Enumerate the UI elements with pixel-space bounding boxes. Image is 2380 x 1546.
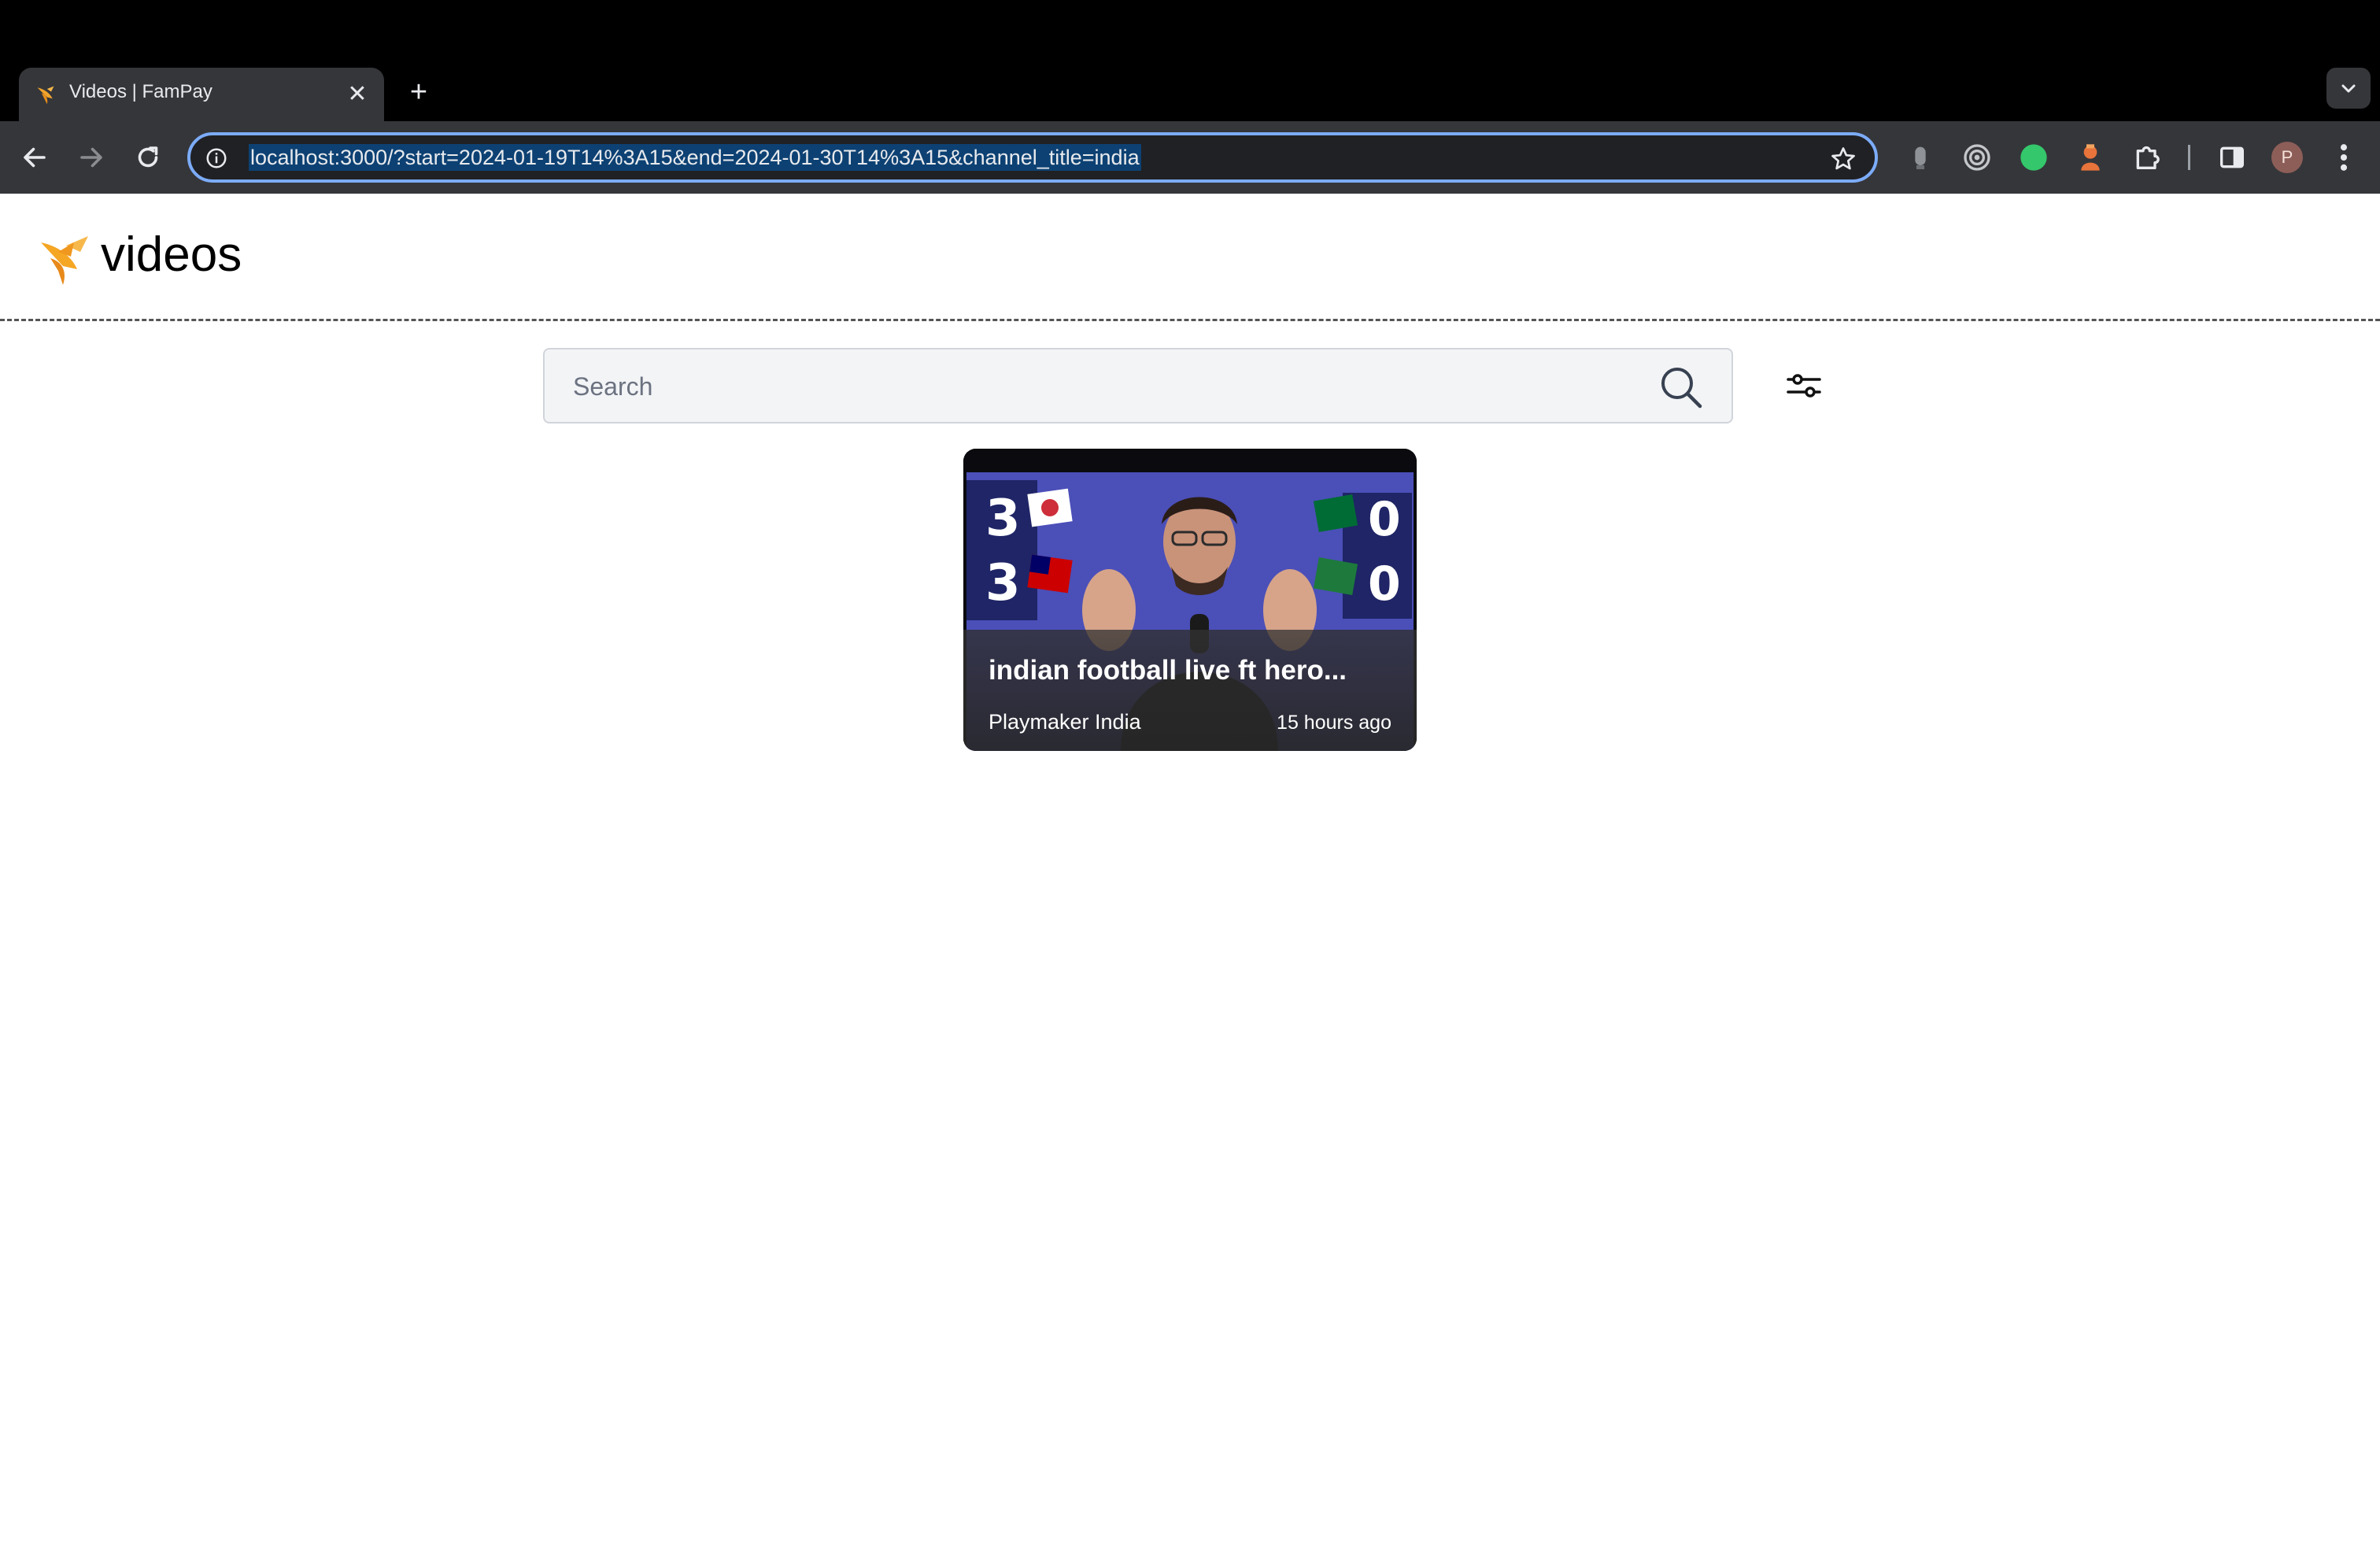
score-right-bottom: 0 (1368, 557, 1401, 612)
toolbar-divider (2188, 145, 2190, 170)
video-title[interactable]: indian football live ft hero... (989, 655, 1347, 686)
page-title: videos (101, 227, 242, 282)
browser-tab-active[interactable]: Videos | FamPay ✕ (19, 68, 384, 121)
forward-arrow-icon (80, 147, 102, 168)
filter-sliders-icon[interactable] (1782, 364, 1826, 408)
profile-avatar[interactable]: P (2271, 142, 2303, 173)
extension-bulb-icon[interactable] (1905, 142, 1936, 173)
extension-orange-character-icon[interactable] (2075, 142, 2106, 173)
score-right-top: 0 (1368, 492, 1401, 547)
search-input[interactable] (571, 350, 1629, 423)
tab-title: Videos | FamPay (69, 81, 213, 102)
reload-icon (138, 146, 158, 168)
chevron-down-icon (2341, 84, 2356, 93)
video-published-time: 15 hours ago (1277, 712, 1391, 734)
video-channel[interactable]: Playmaker India (989, 710, 1141, 734)
new-tab-button[interactable]: + (398, 72, 439, 113)
forward-button[interactable] (71, 137, 112, 178)
url-text[interactable]: localhost:3000/?start=2024-01-19T14%3A15… (249, 144, 1141, 171)
search-icon[interactable] (1658, 364, 1705, 411)
fampay-bird-logo-icon[interactable] (39, 235, 90, 287)
browser-tabstrip: Videos | FamPay ✕ + (0, 0, 2380, 121)
url-text-selected: localhost:3000/?start=2024-01-19T14%3A15… (249, 144, 1141, 171)
bookmark-star-icon[interactable] (1829, 145, 1857, 173)
more-options-icon[interactable] (2334, 140, 2353, 175)
extension-target-icon[interactable] (1961, 142, 1993, 173)
score-left-top: 3 (985, 490, 1021, 548)
extensions-puzzle-icon[interactable] (2131, 142, 2163, 173)
tab-search-button[interactable] (2326, 68, 2371, 109)
reload-button[interactable] (128, 137, 168, 178)
search-box (543, 348, 1733, 423)
address-bar[interactable]: localhost:3000/?start=2024-01-19T14%3A15… (187, 132, 1878, 183)
video-card[interactable]: 3 3 0 0 indian football live ft hero... … (963, 449, 1417, 751)
back-button[interactable] (14, 137, 55, 178)
side-panel-icon[interactable] (2216, 142, 2248, 173)
app-header: videos (0, 194, 2380, 321)
extension-green-dot-icon[interactable] (2018, 142, 2049, 173)
site-info-icon[interactable] (205, 146, 228, 170)
browser-toolbar: localhost:3000/?start=2024-01-19T14%3A15… (0, 121, 2380, 194)
fampay-favicon-icon (37, 86, 54, 105)
back-arrow-icon (24, 147, 46, 168)
tab-close-icon[interactable]: ✕ (342, 79, 373, 110)
score-left-bottom: 3 (985, 554, 1021, 612)
